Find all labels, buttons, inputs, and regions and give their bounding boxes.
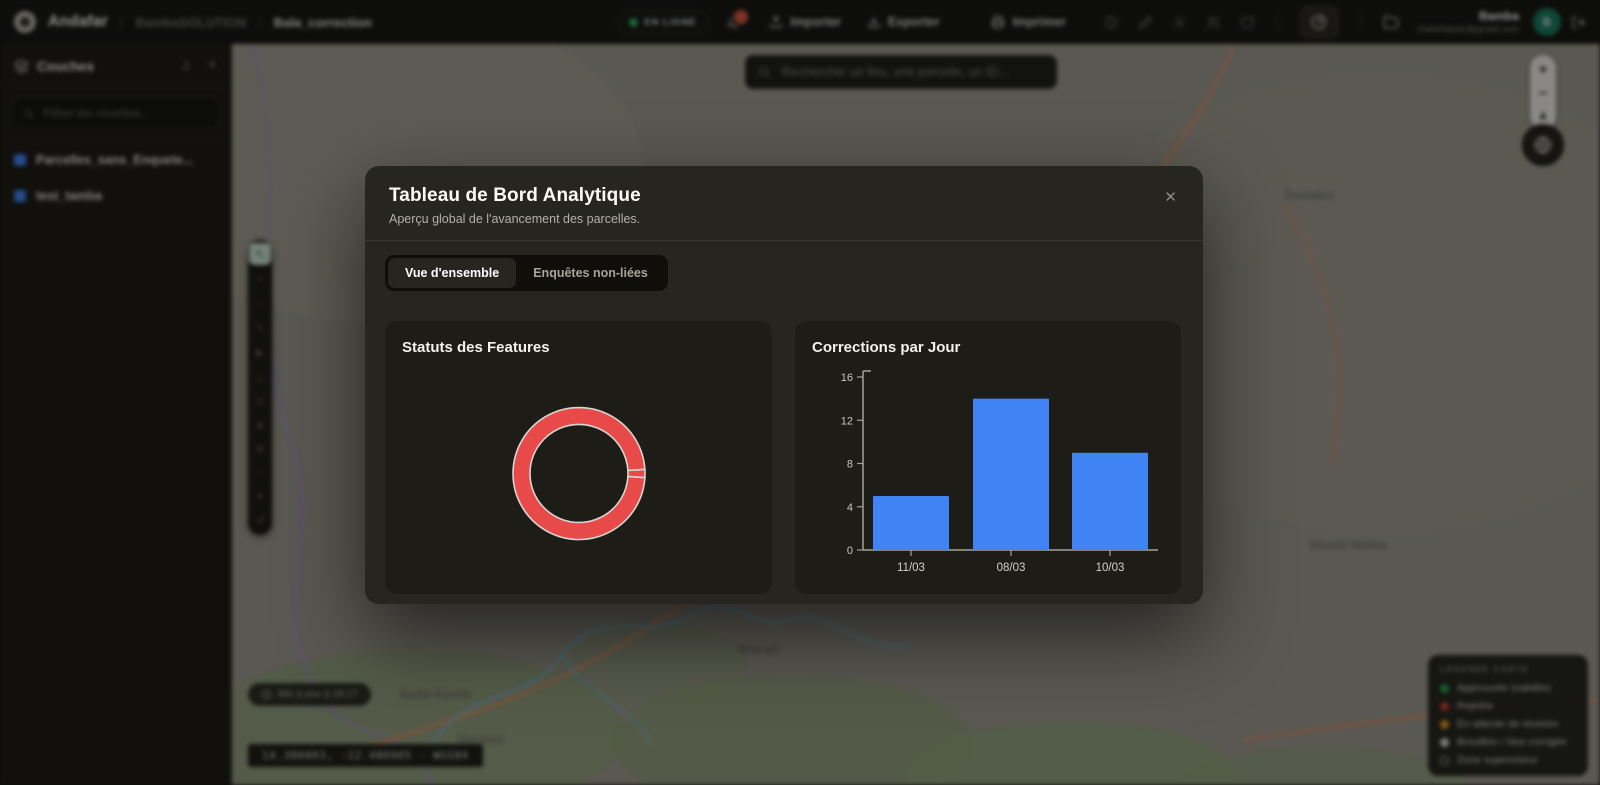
corrections-per-day-card: Corrections par Jour 0 4 8 12 16 11/03 08/03 10… [795, 321, 1181, 594]
feature-status-card: Statuts des Features [385, 321, 772, 594]
svg-text:10/03: 10/03 [1096, 562, 1125, 574]
svg-text:11/03: 11/03 [897, 562, 925, 574]
svg-text:4: 4 [847, 502, 853, 514]
close-icon[interactable]: ✕ [1164, 190, 1177, 205]
corrections-bar-chart: 0 4 8 12 16 11/03 08/03 10/03 [841, 370, 1158, 574]
svg-text:08/03: 08/03 [997, 562, 1026, 574]
bar-chart-title: Corrections par Jour [812, 339, 961, 356]
modal-body: Vue d'ensemble Enquêtes non-liées Statuts… [365, 241, 1203, 594]
donut-slice [512, 406, 646, 541]
tab-vue-d-ensemble[interactable]: Vue d'ensemble [388, 258, 517, 288]
svg-text:8: 8 [847, 459, 853, 471]
svg-text:12: 12 [841, 415, 853, 427]
svg-text:16: 16 [841, 372, 853, 384]
modal-tabs: Vue d'ensemble Enquêtes non-liées [385, 255, 668, 291]
donut-slice [627, 468, 646, 479]
modal-title: Tableau de Bord Analytique [389, 185, 641, 206]
analytics-dashboard-modal: Tableau de Bord Analytique Aperçu global… [365, 166, 1203, 604]
tab-enqu-tes-non-li-es[interactable]: Enquêtes non-liées [516, 258, 665, 288]
donut-chart-title: Statuts des Features [402, 339, 550, 356]
feature-status-donut-chart [512, 406, 646, 541]
svg-text:0: 0 [847, 545, 853, 557]
modal-subtitle: Aperçu global de l'avancement des parcel… [389, 212, 641, 226]
modal-header: Tableau de Bord Analytique Aperçu global… [365, 166, 1203, 241]
